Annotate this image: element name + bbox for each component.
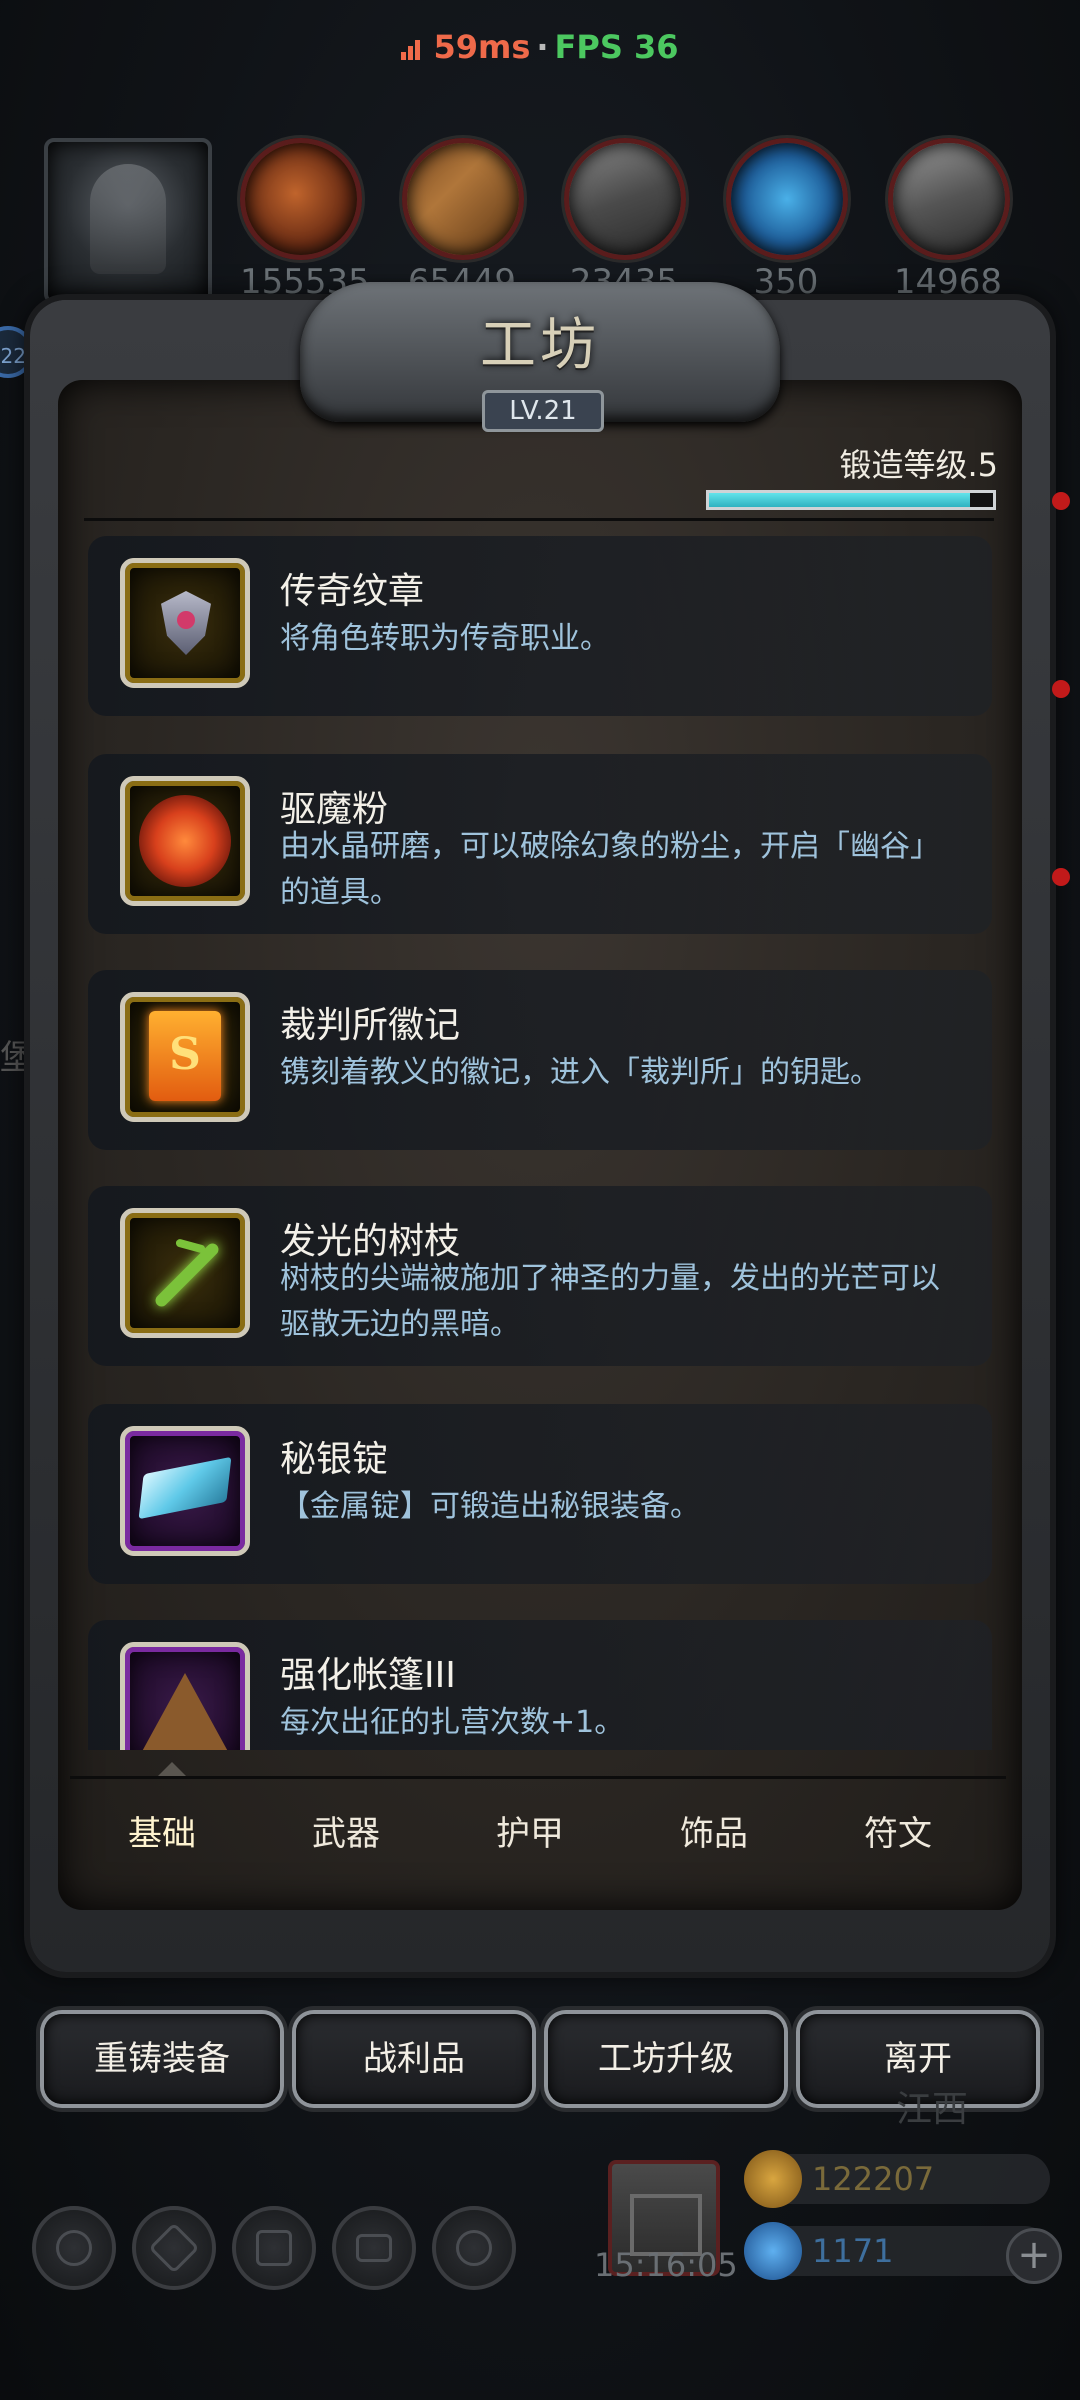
resource-crystal[interactable]: 350 [726, 138, 848, 302]
emblem-icon [120, 558, 250, 688]
inquisition-seal-icon [120, 992, 250, 1122]
workshop-level-badge: LV.21 [482, 390, 604, 432]
wood-icon [402, 138, 524, 260]
loot-button[interactable]: 战利品 [296, 2014, 532, 2104]
background-side-text: 堡 [0, 1038, 34, 1078]
shop-icon[interactable] [432, 2206, 516, 2290]
mail-icon[interactable] [332, 2206, 416, 2290]
reforge-button[interactable]: 重铸装备 [44, 2014, 280, 2104]
signal-icon [401, 34, 427, 60]
hero-portrait[interactable] [44, 138, 212, 304]
active-tab-pointer [158, 1762, 186, 1776]
forge-level-label: 锻造等级.5 [839, 446, 998, 484]
list-item[interactable]: 传奇纹章 将角色转职为传奇职业。 [88, 536, 992, 716]
mithril-ingot-icon [120, 1426, 250, 1556]
item-desc: 由水晶研磨，可以破除幻象的粉尘，开启「幽谷」的道具。 [280, 829, 940, 910]
background-label: 江西 [896, 2089, 969, 2130]
settings-icon[interactable] [32, 2206, 116, 2290]
gold-coin-icon [744, 2150, 802, 2208]
meat-icon [240, 138, 362, 260]
upgrade-workshop-button[interactable]: 工坊升级 [548, 2014, 784, 2104]
gem-icon [744, 2222, 802, 2280]
side-notification-dot [1052, 868, 1070, 886]
item-desc: 镌刻着教义的徽记，进入「裁判所」的钥匙。 [280, 1055, 880, 1090]
stone-icon [564, 138, 686, 260]
item-desc: 每次出征的扎营次数+1。 [280, 1705, 625, 1740]
exorcism-powder-icon [120, 776, 250, 906]
fps-text: FPS 36 [554, 28, 679, 66]
side-notification-dot [1052, 492, 1070, 510]
tent-icon [120, 1642, 250, 1750]
category-tabs: 基础 武器 护甲 饰品 符文 [70, 1776, 1006, 1889]
list-item[interactable]: 裁判所徽记 镌刻着教义的徽记，进入「裁判所」的钥匙。 [88, 970, 992, 1150]
list-item[interactable]: 强化帐篷III 每次出征的扎营次数+1。 [88, 1620, 992, 1750]
tab-accessories[interactable]: 饰品 [622, 1779, 806, 1889]
network-status: 59ms · FPS 36 [0, 28, 1080, 66]
guild-icon[interactable] [232, 2206, 316, 2290]
resource-wood[interactable]: 65449 [402, 138, 524, 302]
resource-stone[interactable]: 23435 [564, 138, 686, 302]
item-name: 秘银锭 [280, 1439, 389, 1480]
side-notification-dot [1052, 680, 1070, 698]
resource-iron[interactable]: 14968 [888, 138, 1010, 302]
item-desc: 树枝的尖端被施加了神圣的力量，发出的光芒可以驱散无边的黑暗。 [280, 1261, 940, 1342]
divider [84, 518, 994, 521]
tab-runes[interactable]: 符文 [806, 1779, 990, 1889]
item-desc: 【金属锭】可锻造出秘银装备。 [280, 1489, 700, 1524]
item-name: 裁判所徽记 [280, 1005, 461, 1046]
tab-basic[interactable]: 基础 [70, 1779, 254, 1889]
item-name: 强化帐篷III [280, 1655, 456, 1696]
crystal-icon [726, 138, 848, 260]
item-desc: 将角色转职为传奇职业。 [280, 621, 610, 656]
panel-title: 工坊 [480, 313, 600, 378]
list-item[interactable]: 发光的树枝 树枝的尖端被施加了神圣的力量，发出的光芒可以驱散无边的黑暗。 [88, 1186, 992, 1366]
gold-counter: 122207 [744, 2150, 1050, 2208]
gift-timer: 15:16:05 [594, 2246, 738, 2284]
gem-counter: 1171 [744, 2222, 1050, 2280]
iron-icon [888, 138, 1010, 260]
list-item[interactable]: 驱魔粉 由水晶研磨，可以破除幻象的粉尘，开启「幽谷」的道具。 [88, 754, 992, 934]
ping-text: 59ms [433, 28, 531, 66]
forge-progress-bar [706, 490, 996, 510]
recipe-list[interactable]: 传奇纹章 将角色转职为传奇职业。 驱魔粉 由水晶研磨，可以破除幻象的粉尘，开启「… [88, 536, 992, 1750]
glowing-branch-icon [120, 1208, 250, 1338]
list-item[interactable]: 秘银锭 【金属锭】可锻造出秘银装备。 [88, 1404, 992, 1584]
resource-meat[interactable]: 155535 [240, 138, 370, 302]
achievement-icon[interactable] [132, 2206, 216, 2290]
tab-armor[interactable]: 护甲 [438, 1779, 622, 1889]
tab-weapons[interactable]: 武器 [254, 1779, 438, 1889]
item-name: 传奇纹章 [280, 571, 425, 612]
add-gems-button[interactable]: + [1006, 2228, 1062, 2284]
